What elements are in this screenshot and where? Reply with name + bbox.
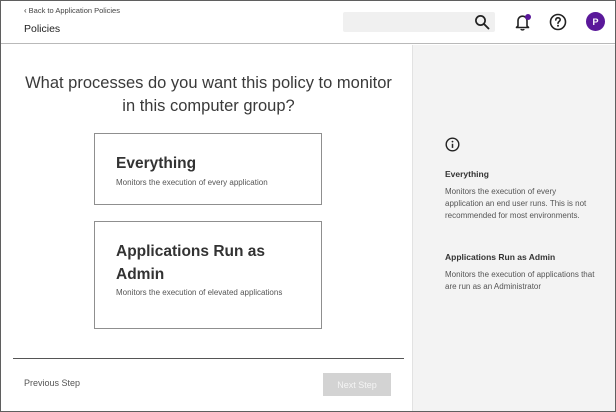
notification-bell-icon[interactable]	[513, 12, 533, 32]
option-title: Everything	[116, 155, 197, 172]
option-description: Monitors the execution of every applicat…	[116, 178, 268, 187]
help-icon[interactable]	[549, 13, 567, 31]
back-to-application-policies-link[interactable]: ‹ Back to Application Policies	[24, 6, 120, 15]
option-everything[interactable]: Everything Monitors the execution of eve…	[94, 133, 322, 205]
user-avatar[interactable]: P	[586, 12, 605, 31]
option-description: Monitors the execution of elevated appli…	[116, 288, 283, 297]
search-box[interactable]	[343, 12, 495, 32]
app-window: ‹ Back to Application Policies Policies P…	[0, 0, 616, 412]
footer-divider	[13, 358, 404, 359]
side-heading-everything: Everything	[445, 169, 489, 179]
help-side-panel: Everything Monitors the execution of eve…	[412, 45, 615, 411]
next-step-button[interactable]: Next Step	[323, 373, 391, 396]
search-input[interactable]	[343, 12, 473, 32]
main-content: What processes do you want this policy t…	[1, 45, 412, 411]
side-heading-admin: Applications Run as Admin	[445, 252, 556, 262]
page-title: Policies	[24, 23, 61, 35]
chevron-left-icon: ‹	[24, 6, 27, 15]
side-text-admin: Monitors the execution of applications t…	[445, 270, 595, 292]
search-icon[interactable]	[474, 14, 490, 30]
top-header: ‹ Back to Application Policies Policies P	[1, 1, 615, 44]
back-link-label: Back to Application Policies	[28, 6, 120, 15]
option-title: Applications Run as Admin	[116, 243, 265, 283]
option-applications-run-as-admin[interactable]: Applications Run as Admin Monitors the e…	[94, 221, 322, 329]
question-heading: What processes do you want this policy t…	[25, 74, 392, 115]
side-text-everything: Monitors the execution of every applicat…	[445, 187, 587, 221]
previous-step-button[interactable]: Previous Step	[24, 378, 80, 388]
info-icon	[445, 137, 460, 152]
